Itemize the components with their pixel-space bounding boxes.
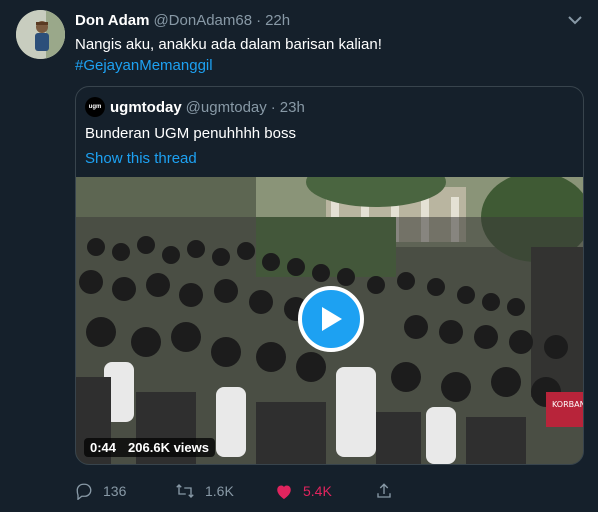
quoted-avatar[interactable]: ugm	[85, 97, 105, 117]
quoted-tweet[interactable]: ugm ugmtoday @ugmtoday · 23h Bunderan UG…	[75, 86, 584, 465]
reply-count: 136	[103, 483, 127, 499]
quoted-separator-dot: ·	[270, 98, 276, 116]
quoted-timestamp[interactable]: 23h	[280, 99, 305, 116]
avatar-image	[16, 10, 65, 59]
reply-button[interactable]: 136	[75, 482, 175, 500]
author-name[interactable]: Don Adam	[75, 12, 149, 29]
video-player[interactable]: KORBAN AMBY 0:44 206.6K views	[76, 177, 584, 464]
tweet-body: Nangis aku, anakku ada dalam barisan kal…	[75, 36, 382, 53]
share-button[interactable]	[375, 482, 393, 500]
tweet-header: Don Adam @DonAdam68 · 22h	[75, 10, 582, 31]
video-info-overlay: 0:44 206.6K views	[84, 438, 215, 457]
video-views: 206.6K views	[128, 440, 209, 455]
video-duration: 0:44	[90, 440, 117, 455]
quoted-tweet-body: ugm ugmtoday @ugmtoday · 23h Bunderan UG…	[76, 87, 583, 169]
reply-icon	[76, 483, 92, 500]
quoted-author-handle[interactable]: @ugmtoday	[186, 99, 267, 116]
retweet-button[interactable]: 1.6K	[175, 482, 275, 500]
heart-icon	[277, 485, 291, 499]
like-button[interactable]: 5.4K	[275, 483, 375, 500]
play-button[interactable]	[298, 286, 364, 352]
quoted-header: ugm ugmtoday @ugmtoday · 23h	[85, 97, 574, 117]
play-icon	[322, 307, 342, 331]
tweet-content: Don Adam @DonAdam68 · 22h Nangis aku, an…	[75, 10, 584, 512]
separator-dot: ·	[256, 12, 262, 29]
protest-sign-text: KORBAN AMBY	[552, 400, 584, 409]
chevron-down-icon[interactable]	[568, 12, 582, 30]
avatar-column	[16, 10, 65, 512]
retweet-count: 1.6K	[205, 483, 234, 499]
author-handle[interactable]: @DonAdam68	[153, 12, 252, 29]
retweet-icon	[176, 484, 194, 498]
quoted-text: Bunderan UGM penuhhhh boss	[85, 125, 296, 142]
tweet-timestamp[interactable]: 22h	[265, 12, 290, 29]
tweet-actions: 136 1.6K 5.4K	[75, 482, 393, 500]
show-thread-link[interactable]: Show this thread	[85, 149, 574, 169]
tweet-text: Nangis aku, anakku ada dalam barisan kal…	[75, 34, 582, 76]
avatar[interactable]	[16, 10, 65, 59]
share-icon	[377, 483, 391, 498]
hashtag-link[interactable]: #GejayanMemanggil	[75, 55, 582, 76]
like-count: 5.4K	[303, 483, 332, 499]
quoted-author-name[interactable]: ugmtoday	[110, 99, 182, 116]
tweet[interactable]: Don Adam @DonAdam68 · 22h Nangis aku, an…	[0, 0, 598, 512]
